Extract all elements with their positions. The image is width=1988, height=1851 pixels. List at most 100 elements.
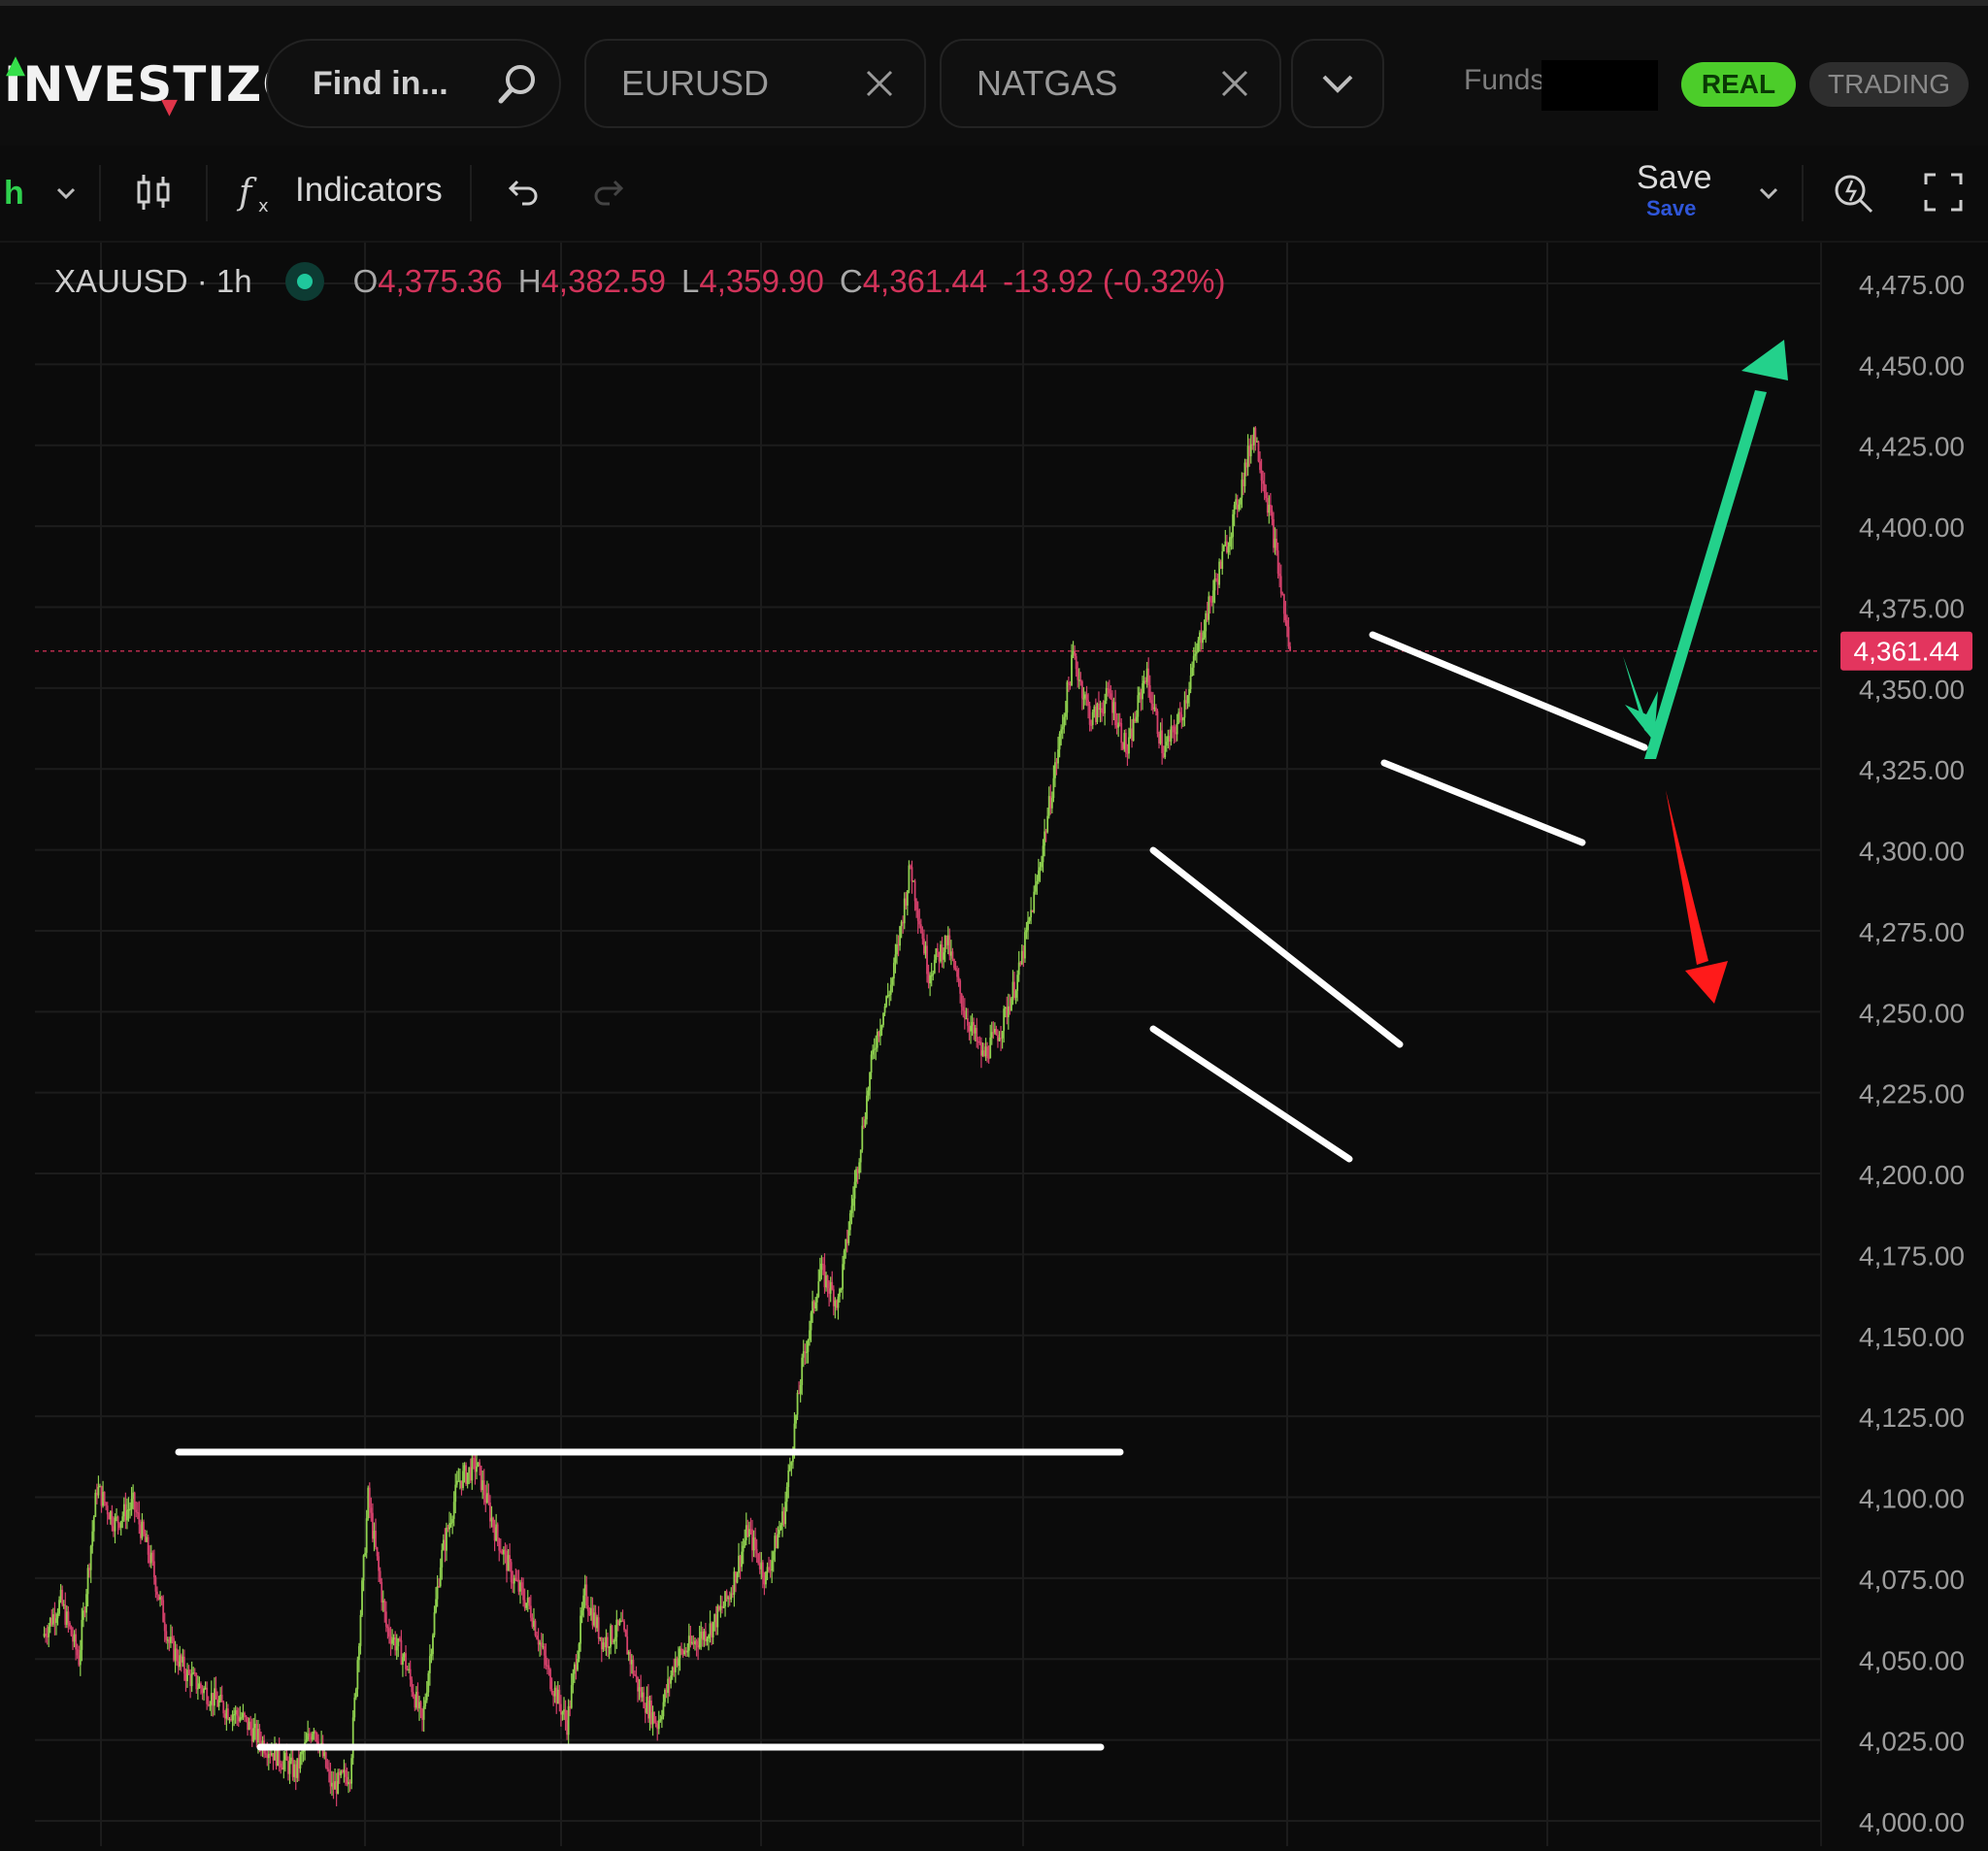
close-icon[interactable] — [1217, 66, 1252, 101]
candle-body — [879, 1029, 881, 1037]
fullscreen-icon[interactable] — [1920, 169, 1967, 215]
candle-body — [207, 1703, 210, 1705]
fx-icon[interactable]: f x — [235, 169, 282, 215]
candle-body — [653, 1711, 656, 1723]
candle-body — [430, 1654, 433, 1657]
logo[interactable]: ▲ INVESTIZO ▼ — [4, 43, 305, 126]
candle-body — [1072, 650, 1075, 655]
legend-low-key: L — [681, 263, 700, 299]
candle-body — [1279, 576, 1282, 594]
candle-body — [1208, 596, 1210, 620]
candle-body — [327, 1768, 330, 1771]
candle-body — [223, 1713, 226, 1719]
candle-body — [436, 1586, 439, 1600]
candle-body — [1156, 711, 1159, 735]
candle-body — [282, 1760, 285, 1769]
candle-body — [271, 1753, 273, 1756]
candle-body — [752, 1537, 755, 1551]
candle-body — [575, 1664, 578, 1670]
candle-body — [588, 1611, 591, 1616]
tab-natgas[interactable]: NATGAS — [940, 39, 1281, 128]
candle-body — [468, 1467, 471, 1473]
candle-body — [285, 1752, 288, 1761]
chart-canvas[interactable]: 4,475.00 4,450.00 4,425.00 4,400.00 4,375.00… — [0, 243, 1988, 1846]
close-icon[interactable] — [862, 66, 897, 101]
candle-body — [1239, 497, 1242, 505]
candle-body — [525, 1603, 528, 1608]
candle-body — [629, 1651, 632, 1665]
candle-body — [168, 1639, 171, 1643]
candle-body — [133, 1492, 136, 1510]
price-chart[interactable]: 4,475.00 4,450.00 4,425.00 4,400.00 4,375.00… — [0, 243, 1988, 1846]
chevron-down-icon[interactable] — [1745, 169, 1792, 215]
redo-icon[interactable] — [586, 169, 633, 215]
search-icon[interactable] — [495, 62, 540, 107]
candle-body — [741, 1551, 744, 1568]
candle-body — [779, 1529, 780, 1535]
candle-body — [540, 1642, 543, 1647]
candle-body — [362, 1555, 365, 1581]
candle-body — [912, 880, 914, 882]
mode-trading-toggle[interactable]: TRADING — [1809, 62, 1969, 107]
candle-body — [427, 1672, 430, 1693]
candle-body — [53, 1614, 56, 1623]
candle-body — [1185, 700, 1187, 704]
candle-body — [1188, 688, 1190, 696]
candle-body — [1164, 745, 1167, 758]
candle-body — [1165, 742, 1168, 746]
undo-icon[interactable] — [499, 169, 546, 215]
candle-body — [1151, 704, 1154, 710]
candle-body — [875, 1047, 878, 1049]
candle-body — [1049, 796, 1052, 809]
candle-body — [858, 1162, 861, 1173]
candle-body — [1001, 1031, 1004, 1039]
candle-body — [448, 1523, 450, 1530]
candle-body — [310, 1736, 313, 1740]
legend-symbol[interactable]: XAUUSD · 1h — [54, 263, 252, 300]
candle-body — [635, 1675, 638, 1677]
candle-body — [549, 1669, 551, 1689]
candle-body — [1282, 594, 1285, 614]
candle-body — [1227, 546, 1230, 553]
candle-body — [394, 1636, 397, 1651]
candle-body — [861, 1125, 864, 1150]
chevron-down-icon[interactable] — [43, 169, 89, 215]
candle-body — [872, 1049, 875, 1055]
candle-body — [485, 1493, 488, 1504]
candle-body — [1080, 681, 1083, 699]
search-box[interactable]: Find in... — [266, 39, 561, 128]
flag1-lower-line — [1149, 1025, 1353, 1163]
candle-body — [307, 1733, 310, 1740]
search-placeholder: Find in... — [313, 64, 448, 102]
candle-body — [717, 1605, 720, 1610]
candle-body — [919, 924, 922, 934]
candle-body — [291, 1757, 294, 1777]
save-button[interactable]: Save — [1637, 159, 1712, 197]
candle-body — [340, 1770, 343, 1776]
tab-eurusd[interactable]: EURUSD — [584, 39, 926, 128]
candle-body — [1183, 700, 1186, 718]
candle-body — [585, 1584, 588, 1605]
candle-body — [529, 1605, 532, 1618]
candle-body — [280, 1764, 282, 1768]
quick-search-icon[interactable] — [1831, 169, 1877, 215]
candle-body — [248, 1721, 250, 1731]
candles-icon[interactable] — [130, 169, 177, 215]
candle-body — [1033, 891, 1036, 912]
candle-body — [697, 1644, 700, 1648]
candle-body — [1158, 734, 1160, 744]
candle-body — [397, 1638, 400, 1647]
indicators-button[interactable]: Indicators — [295, 171, 443, 210]
mode-real-toggle[interactable]: REAL — [1681, 62, 1796, 107]
more-tabs-button[interactable] — [1291, 39, 1384, 128]
interval-selector[interactable]: h — [4, 175, 24, 213]
candle-body — [775, 1536, 778, 1548]
candle-body — [731, 1593, 734, 1595]
candle-body — [1178, 711, 1181, 714]
candle-body — [945, 935, 948, 945]
candle-body — [452, 1502, 455, 1519]
target-down-arrow-shaft — [1666, 790, 1708, 965]
candle-body — [214, 1688, 215, 1706]
candle-body — [512, 1582, 514, 1584]
candle-body — [572, 1673, 575, 1686]
